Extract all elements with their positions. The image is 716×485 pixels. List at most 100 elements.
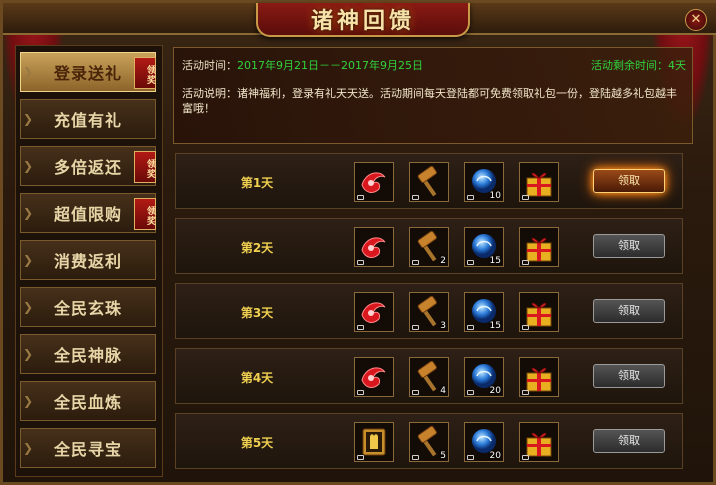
bound-lock-icon bbox=[522, 325, 529, 330]
day-label: 第3天 bbox=[240, 306, 274, 320]
reward-row: 第5天 5 20 领取 bbox=[175, 413, 683, 469]
window-title: 诸神回馈 bbox=[310, 9, 415, 34]
close-button[interactable]: ✕ bbox=[685, 9, 707, 31]
sidebar-item-label: 多倍返还 bbox=[53, 158, 122, 177]
sidebar-item[interactable]: ❯ 充值有礼 bbox=[20, 99, 156, 139]
claim-button[interactable]: 领取 bbox=[593, 234, 665, 258]
claim-button[interactable]: 领取 bbox=[593, 429, 665, 453]
reward-badge: 领奖 bbox=[134, 151, 156, 183]
reward-item-slot[interactable]: 15 bbox=[464, 292, 504, 332]
reward-badge: 领奖 bbox=[134, 198, 156, 230]
arrow-icon: ❯ bbox=[23, 347, 35, 361]
bound-lock-icon bbox=[412, 260, 419, 265]
reward-item-slot[interactable] bbox=[354, 292, 394, 332]
bound-lock-icon bbox=[467, 390, 474, 395]
reward-item-slot[interactable] bbox=[519, 422, 559, 462]
arrow-icon: ❯ bbox=[23, 253, 35, 267]
day-label: 第5天 bbox=[240, 436, 274, 450]
bound-lock-icon bbox=[467, 455, 474, 460]
item-count: 15 bbox=[489, 321, 501, 331]
bound-lock-icon bbox=[467, 325, 474, 330]
day-label: 第1天 bbox=[240, 176, 274, 190]
bound-lock-icon bbox=[357, 390, 364, 395]
item-count: 4 bbox=[440, 386, 446, 396]
sidebar-item[interactable]: ❯ 全民寻宝 bbox=[20, 428, 156, 468]
arrow-icon: ❯ bbox=[23, 112, 35, 126]
bound-lock-icon bbox=[357, 455, 364, 460]
sidebar-item[interactable]: ❯ 消费返利 bbox=[20, 240, 156, 280]
reward-row: 第3天 3 15 领取 bbox=[175, 283, 683, 339]
claim-button[interactable]: 领取 bbox=[593, 299, 665, 323]
reward-item-slot[interactable] bbox=[354, 227, 394, 267]
reward-item-slot[interactable] bbox=[354, 357, 394, 397]
sidebar-item[interactable]: ❯ 全民玄珠 bbox=[20, 287, 156, 327]
claim-button[interactable]: 领取 bbox=[593, 169, 665, 193]
reward-badge: 领奖 bbox=[134, 57, 156, 89]
bound-lock-icon bbox=[357, 325, 364, 330]
reward-item-slot[interactable] bbox=[354, 162, 394, 202]
reward-item-slot[interactable] bbox=[519, 357, 559, 397]
event-time-range: 2017年9月21日－－2017年9月25日 bbox=[237, 59, 423, 72]
reward-item-slot[interactable]: 3 bbox=[409, 292, 449, 332]
reward-row: 第1天 10 领取 bbox=[175, 153, 683, 209]
bound-lock-icon bbox=[467, 195, 474, 200]
reward-item-slot[interactable]: 2 bbox=[409, 227, 449, 267]
arrow-icon: ❯ bbox=[23, 394, 35, 408]
sidebar-item-label: 全民寻宝 bbox=[53, 440, 122, 459]
arrow-icon: ❯ bbox=[23, 65, 35, 79]
reward-item-slot[interactable]: 20 bbox=[464, 422, 504, 462]
reward-item-slot[interactable]: 4 bbox=[409, 357, 449, 397]
reward-row: 第4天 4 20 领取 bbox=[175, 348, 683, 404]
sidebar-item-label: 全民神脉 bbox=[53, 346, 122, 365]
sidebar: ❯ 登录送礼 领奖 ❯ 充值有礼 ❯ 多倍返还 领奖 ❯ 超值限购 领奖 ❯ 消费返利 ❯ 全民玄珠 ❯ 全民神… bbox=[15, 45, 163, 477]
arrow-icon: ❯ bbox=[23, 159, 35, 173]
sidebar-item-label: 全民玄珠 bbox=[53, 299, 122, 318]
bound-lock-icon bbox=[412, 195, 419, 200]
event-description: 活动说明：诸神福利，登录有礼天天送。活动期间每天登陆都可免费领取礼包一份，登陆越… bbox=[182, 87, 677, 115]
reward-item-slot[interactable] bbox=[519, 227, 559, 267]
day-label: 第2天 bbox=[240, 241, 274, 255]
bound-lock-icon bbox=[522, 260, 529, 265]
item-count: 15 bbox=[489, 256, 501, 266]
bound-lock-icon bbox=[467, 260, 474, 265]
bound-lock-icon bbox=[412, 325, 419, 330]
item-count: 20 bbox=[489, 386, 501, 396]
reward-item-slot[interactable]: 5 bbox=[409, 422, 449, 462]
day-label: 第4天 bbox=[240, 371, 274, 385]
sidebar-item[interactable]: ❯ 多倍返还 领奖 bbox=[20, 146, 156, 186]
reward-item-slot[interactable] bbox=[519, 162, 559, 202]
reward-item-slot[interactable]: 20 bbox=[464, 357, 504, 397]
bound-lock-icon bbox=[522, 195, 529, 200]
bound-lock-icon bbox=[357, 195, 364, 200]
sidebar-item-label: 全民血炼 bbox=[53, 393, 122, 412]
sidebar-item[interactable]: ❯ 登录送礼 领奖 bbox=[20, 52, 156, 92]
item-count: 5 bbox=[440, 451, 446, 461]
reward-item-slot[interactable] bbox=[354, 422, 394, 462]
item-count: 3 bbox=[440, 321, 446, 331]
arrow-icon: ❯ bbox=[23, 300, 35, 314]
sidebar-item-label: 充值有礼 bbox=[53, 111, 122, 130]
item-count: 2 bbox=[440, 256, 446, 266]
bound-lock-icon bbox=[412, 455, 419, 460]
item-count: 20 bbox=[489, 451, 501, 461]
event-window: 诸神回馈 ✕ ❯ 登录送礼 领奖 ❯ 充值有礼 ❯ 多倍返还 领奖 ❯ 超值限购 领奖 ❯ 消费返利 ❯ 全… bbox=[0, 0, 716, 485]
event-time-row: 活动时间：2017年9月21日－－2017年9月25日 bbox=[182, 57, 423, 73]
sidebar-item[interactable]: ❯ 全民血炼 bbox=[20, 381, 156, 421]
bound-lock-icon bbox=[522, 390, 529, 395]
sidebar-item-label: 登录送礼 bbox=[53, 64, 122, 83]
reward-item-slot[interactable]: 10 bbox=[464, 162, 504, 202]
remaining-time: 活动剩余时间：4天 bbox=[591, 59, 686, 72]
reward-item-slot[interactable] bbox=[519, 292, 559, 332]
sidebar-item[interactable]: ❯ 全民神脉 bbox=[20, 334, 156, 374]
bound-lock-icon bbox=[357, 260, 364, 265]
item-count: 10 bbox=[489, 191, 501, 201]
arrow-icon: ❯ bbox=[23, 206, 35, 220]
event-time-label: 活动时间： bbox=[182, 59, 237, 72]
arrow-icon: ❯ bbox=[23, 441, 35, 455]
bound-lock-icon bbox=[412, 390, 419, 395]
claim-button[interactable]: 领取 bbox=[593, 364, 665, 388]
reward-item-slot[interactable] bbox=[409, 162, 449, 202]
sidebar-item[interactable]: ❯ 超值限购 领奖 bbox=[20, 193, 156, 233]
reward-item-slot[interactable]: 15 bbox=[464, 227, 504, 267]
info-panel: 活动时间：2017年9月21日－－2017年9月25日 活动剩余时间：4天 活动… bbox=[173, 47, 693, 144]
